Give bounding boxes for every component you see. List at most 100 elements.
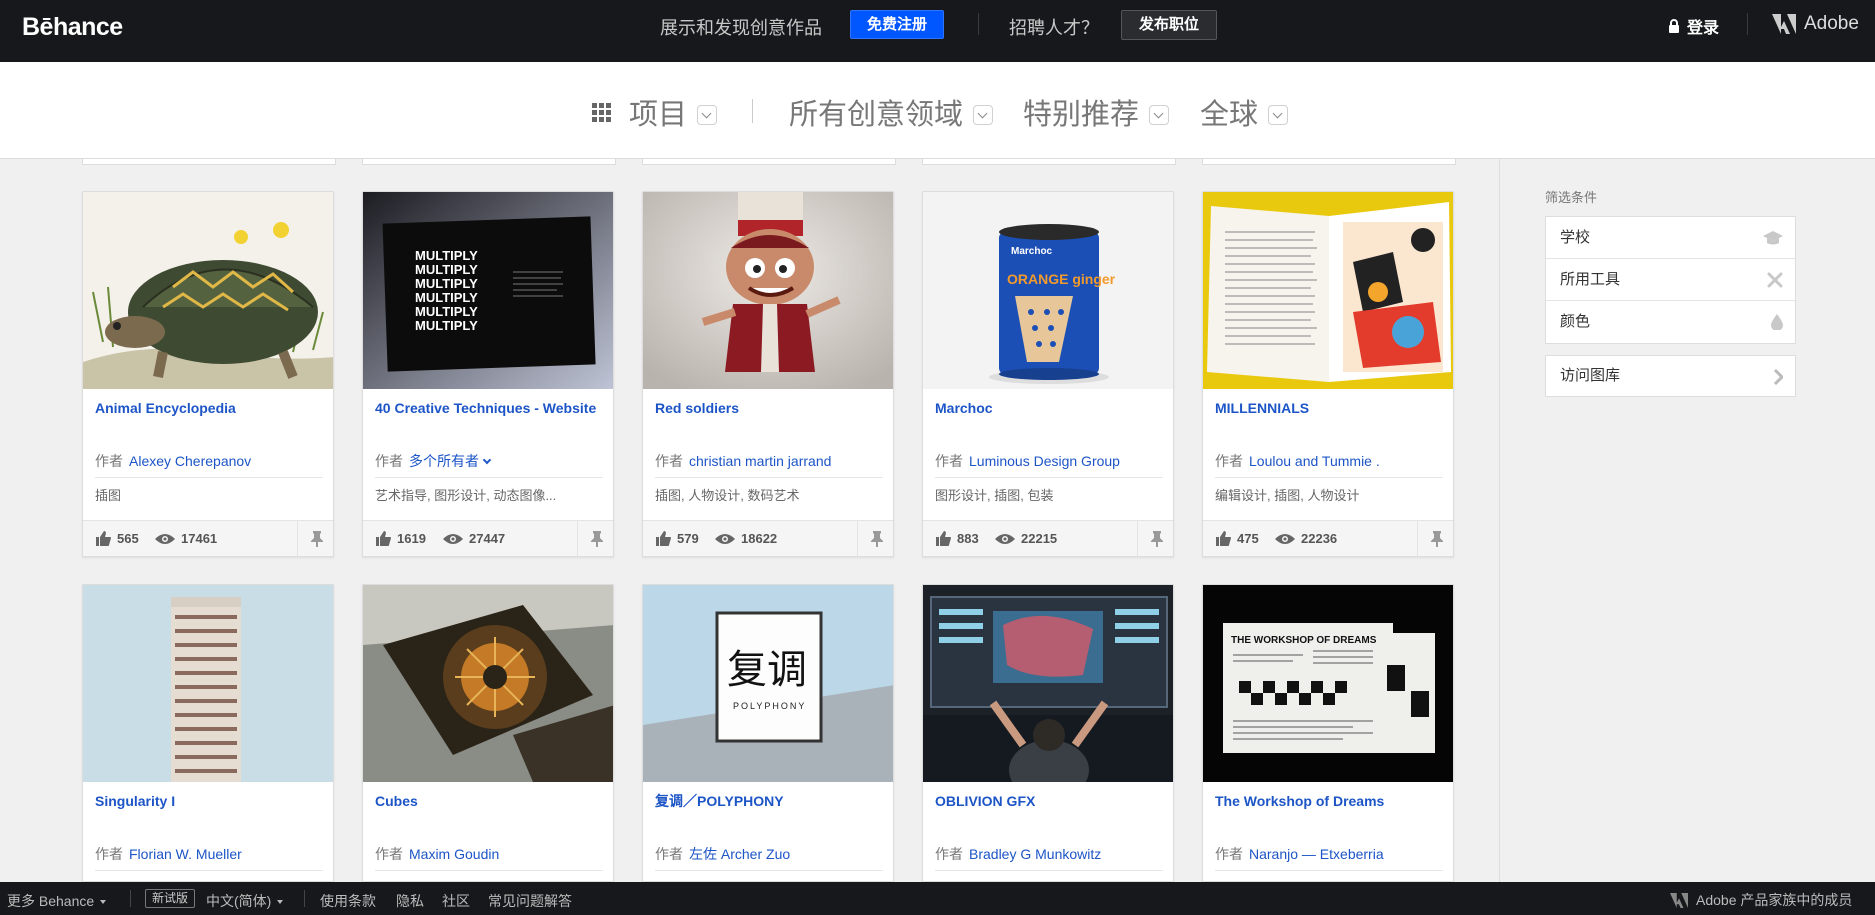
login-link[interactable]: 登录 [1668, 14, 1719, 38]
project-thumbnail[interactable]: MULTIPLY MULTIPLY MULTIPLY MULTIPLY MULT… [363, 192, 613, 389]
filter-location[interactable]: 全球 [1200, 91, 1289, 133]
add-to-collection-button[interactable] [577, 521, 613, 556]
project-title[interactable]: 复调／POLYPHONY [655, 791, 881, 811]
lock-icon [1669, 19, 1679, 33]
previous-card-edge [1202, 159, 1456, 165]
tagline: 展示和发现创意作品 [660, 18, 822, 38]
project-title[interactable]: 40 Creative Techniques - Website [375, 398, 601, 418]
eye-icon [715, 533, 735, 544]
filter-color[interactable]: 颜色 [1546, 301, 1795, 343]
pin-icon [310, 531, 323, 547]
project-thumbnail[interactable]: THE WORKSHOP OF DREAMS [1203, 585, 1453, 782]
project-owner: 作者 Florian W. Mueller [95, 846, 242, 862]
project-thumbnail[interactable] [923, 585, 1173, 782]
appreciations-count: 565 [95, 531, 139, 546]
project-thumbnail[interactable]: 复调 POLYPHONY [643, 585, 893, 782]
owner-link[interactable]: Luminous Design Group [969, 453, 1120, 469]
project-thumbnail[interactable] [1203, 192, 1453, 389]
filter-creative-fields[interactable]: 所有创意领域 [789, 91, 994, 133]
project-title[interactable]: Animal Encyclopedia [95, 398, 321, 418]
project-card[interactable]: THE WORKSHOP OF DREAMS The Workshop of D… [1202, 584, 1454, 882]
post-job-button[interactable]: 发布职位 [1121, 10, 1217, 40]
filter-fields-label: 所有创意领域 [789, 99, 964, 131]
filter-featured[interactable]: 特别推荐 [1023, 91, 1170, 133]
adobe-family-link[interactable]: Adobe 产品家族中的成员 [1670, 890, 1852, 910]
divider [95, 870, 323, 871]
project-title[interactable]: Marchoc [935, 398, 1161, 418]
add-to-collection-button[interactable] [1137, 521, 1173, 556]
more-behance-menu[interactable]: 更多 Behance [7, 891, 107, 911]
signup-button[interactable]: 免费注册 [850, 10, 944, 39]
owner-link[interactable]: Bradley G Munkowitz [969, 846, 1101, 862]
community-link[interactable]: 社区 [442, 891, 470, 911]
terms-link[interactable]: 使用条款 [320, 891, 376, 911]
divider [1215, 870, 1443, 871]
top-navigation-bar: Bēhance 展示和发现创意作品 免费注册 招聘人才？ 发布职位 登录 Ado… [0, 0, 1875, 62]
owner-link[interactable]: Alexey Cherepanov [129, 453, 251, 469]
project-card[interactable]: Marchoc ORANGE ginger Marchoc 作者 Luminous… [922, 191, 1174, 557]
add-to-collection-button[interactable] [297, 521, 333, 556]
project-card[interactable]: MILLENNIALS 作者 Loulou and Tummie . 编辑设计, … [1202, 191, 1454, 557]
add-to-collection-button[interactable] [857, 521, 893, 556]
svg-text:Marchoc: Marchoc [1011, 246, 1053, 257]
owner-link[interactable]: Maxim Goudin [409, 846, 499, 862]
divider [935, 870, 1163, 871]
project-thumbnail[interactable] [83, 585, 333, 782]
adobe-logo-icon [1772, 14, 1796, 34]
project-card[interactable]: MULTIPLY MULTIPLY MULTIPLY MULTIPLY MULT… [362, 191, 614, 557]
behance-logo[interactable]: Bēhance [22, 13, 123, 42]
svg-text:ORANGE ginger: ORANGE ginger [1007, 271, 1116, 287]
project-title[interactable]: MILLENNIALS [1215, 398, 1441, 418]
adobe-link[interactable]: Adobe [1772, 13, 1859, 35]
language-selector[interactable]: 中文(简体) [206, 891, 284, 911]
project-owner: 作者 Naranjo — Etxeberria [1215, 846, 1384, 862]
filter-school[interactable]: 学校 [1546, 217, 1795, 259]
owner-link[interactable]: Florian W. Mueller [129, 846, 242, 862]
svg-text:POLYPHONY: POLYPHONY [733, 701, 806, 711]
project-card[interactable]: 复调 POLYPHONY 复调／POLYPHONY 作者 左佐 Archer Zu… [642, 584, 894, 882]
previous-card-edge [922, 159, 1176, 165]
project-thumbnail[interactable]: Marchoc ORANGE ginger [923, 192, 1173, 389]
project-title[interactable]: Singularity I [95, 791, 321, 811]
project-fields: 插图, 人物设计, 数码艺术 [655, 488, 800, 503]
filter-tools[interactable]: 所用工具 [1546, 259, 1795, 301]
svg-text:MULTIPLY: MULTIPLY [415, 276, 478, 291]
faq-link[interactable]: 常见问题解答 [488, 891, 572, 911]
visit-gallery-button[interactable]: 访问图库 [1545, 355, 1796, 397]
divider [1747, 13, 1748, 35]
project-card[interactable]: Red soldiers 作者 christian martin jarrand … [642, 191, 894, 557]
divider [375, 477, 603, 478]
project-thumbnail[interactable] [83, 192, 333, 389]
project-card[interactable]: Cubes 作者 Maxim Goudin [362, 584, 614, 882]
privacy-link[interactable]: 隐私 [396, 891, 424, 911]
project-card[interactable]: Singularity I 作者 Florian W. Mueller [82, 584, 334, 882]
project-stats: 883 22215 [923, 520, 1173, 556]
owner-link[interactable]: Loulou and Tummie . [1249, 453, 1380, 469]
project-thumbnail[interactable] [643, 192, 893, 389]
color-drop-icon [1771, 314, 1783, 330]
project-owner: 作者 christian martin jarrand [655, 453, 832, 469]
project-title[interactable]: Red soldiers [655, 398, 881, 418]
project-fields: 艺术指导, 图形设计, 动态图像... [375, 488, 557, 503]
divider [1215, 477, 1443, 478]
tools-icon [1767, 272, 1783, 288]
project-title[interactable]: OBLIVION GFX [935, 791, 1161, 811]
project-card[interactable]: OBLIVION GFX 作者 Bradley G Munkowitz [922, 584, 1174, 882]
project-fields: 编辑设计, 插图, 人物设计 [1215, 488, 1360, 503]
owner-link[interactable]: christian martin jarrand [689, 453, 831, 469]
filter-featured-label: 特别推荐 [1023, 99, 1140, 131]
filter-projects[interactable]: 项目 [592, 91, 718, 133]
add-to-collection-button[interactable] [1417, 521, 1453, 556]
project-thumbnail[interactable] [363, 585, 613, 782]
project-card[interactable]: Animal Encyclopedia 作者 Alexey Cherepanov … [82, 191, 334, 557]
owner-link[interactable]: 左佐 Archer Zuo [689, 846, 790, 862]
project-title[interactable]: Cubes [375, 791, 601, 811]
previous-card-edge [642, 159, 896, 165]
graduation-cap-icon [1763, 231, 1783, 245]
filter-options: 学校 所用工具 颜色 [1545, 216, 1796, 344]
project-stats: 579 18622 [643, 520, 893, 556]
project-title[interactable]: The Workshop of Dreams [1215, 791, 1441, 811]
chevron-down-icon[interactable] [482, 455, 492, 465]
owner-link[interactable]: Naranjo — Etxeberria [1249, 846, 1384, 862]
owner-link[interactable]: 多个所有者 [409, 453, 479, 469]
